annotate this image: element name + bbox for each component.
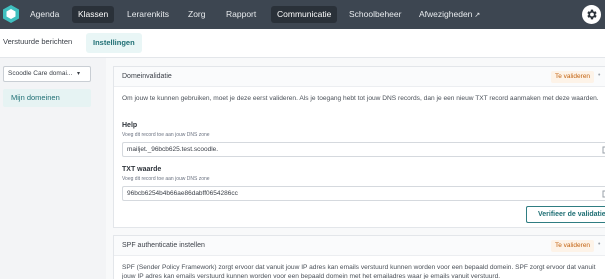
caret-down-icon: ▾ [76,71,80,77]
card-title: SPF authenticatie instellen [122,242,205,249]
nav-item-rapport[interactable]: Rapport [220,6,262,23]
nav-item-schoolbeheer[interactable]: Schoolbeheer [343,6,407,23]
tab-verstuurde-berichten[interactable]: Verstuurde berichten [3,37,72,46]
app-logo[interactable] [2,4,20,24]
nav-item-lerarenkits[interactable]: Lerarenkits [121,6,175,23]
more-icon[interactable]: • [598,72,600,79]
nav-item-afwezigheden[interactable]: Afwezigheden ↗ [413,6,486,23]
nav-item-agenda[interactable]: Agenda [24,6,65,23]
nav-item-klassen[interactable]: Klassen [72,6,115,23]
spf-description: SPF (Sender Policy Framework) zorgt ervo… [122,264,596,279]
sub-tabs: Verstuurde berichten Instellingen [0,29,605,58]
nav-item-zorg[interactable]: Zorg [182,6,211,23]
top-navigation: Agenda Klassen Lerarenkits Zorg Rapport … [0,0,605,29]
txt-record-value: 96bcb6254b4b66ae86dabff0654286cc [127,190,238,197]
verify-validation-button[interactable]: Verifieer de validatie [526,206,605,223]
status-badge: Te valideren [551,240,595,252]
domain-select-value: Scoodle Care domai... [8,70,73,77]
txt-label: TXT waarde [122,166,162,173]
sidebar-item-mijn-domeinen[interactable]: Mijn domeinen [3,89,91,107]
txt-hint: Voeg dit record toe aan jouw DNS zone [122,176,210,182]
gear-icon [587,9,597,20]
domain-select[interactable]: Scoodle Care domai... ▾ [3,66,91,82]
help-label: Help [122,122,138,129]
help-record-value: mailjet._96bcb625.test.scoodle. [127,146,219,153]
card-description: Om jouw te kunnen gebruiken, moet je dez… [122,95,599,102]
nav-item-communicatie[interactable]: Communicatie [271,6,338,23]
more-icon[interactable]: • [598,241,600,248]
help-record-field[interactable]: mailjet._96bcb625.test.scoodle. [122,142,605,157]
external-link-icon: ↗ [474,12,481,19]
spf-card: SPF authenticatie instellen Te valideren… [113,235,605,279]
status-badge: Te valideren [551,71,595,83]
tab-instellingen[interactable]: Instellingen [86,33,142,53]
txt-record-field[interactable]: 96bcb6254b4b66ae86dabff0654286cc [122,186,605,201]
domain-validation-card: Domeinvalidatie Te valideren • Om jouw t… [113,66,605,228]
settings-button[interactable] [582,5,601,24]
help-hint: Voeg dit record toe aan jouw DNS zone [122,132,210,138]
card-header: Domeinvalidatie Te valideren • [114,67,605,87]
card-title: Domeinvalidatie [122,73,172,80]
nav-item-afwezigheden-label: Afwezigheden [419,9,473,19]
card-header: SPF authenticatie instellen Te valideren… [114,236,605,256]
